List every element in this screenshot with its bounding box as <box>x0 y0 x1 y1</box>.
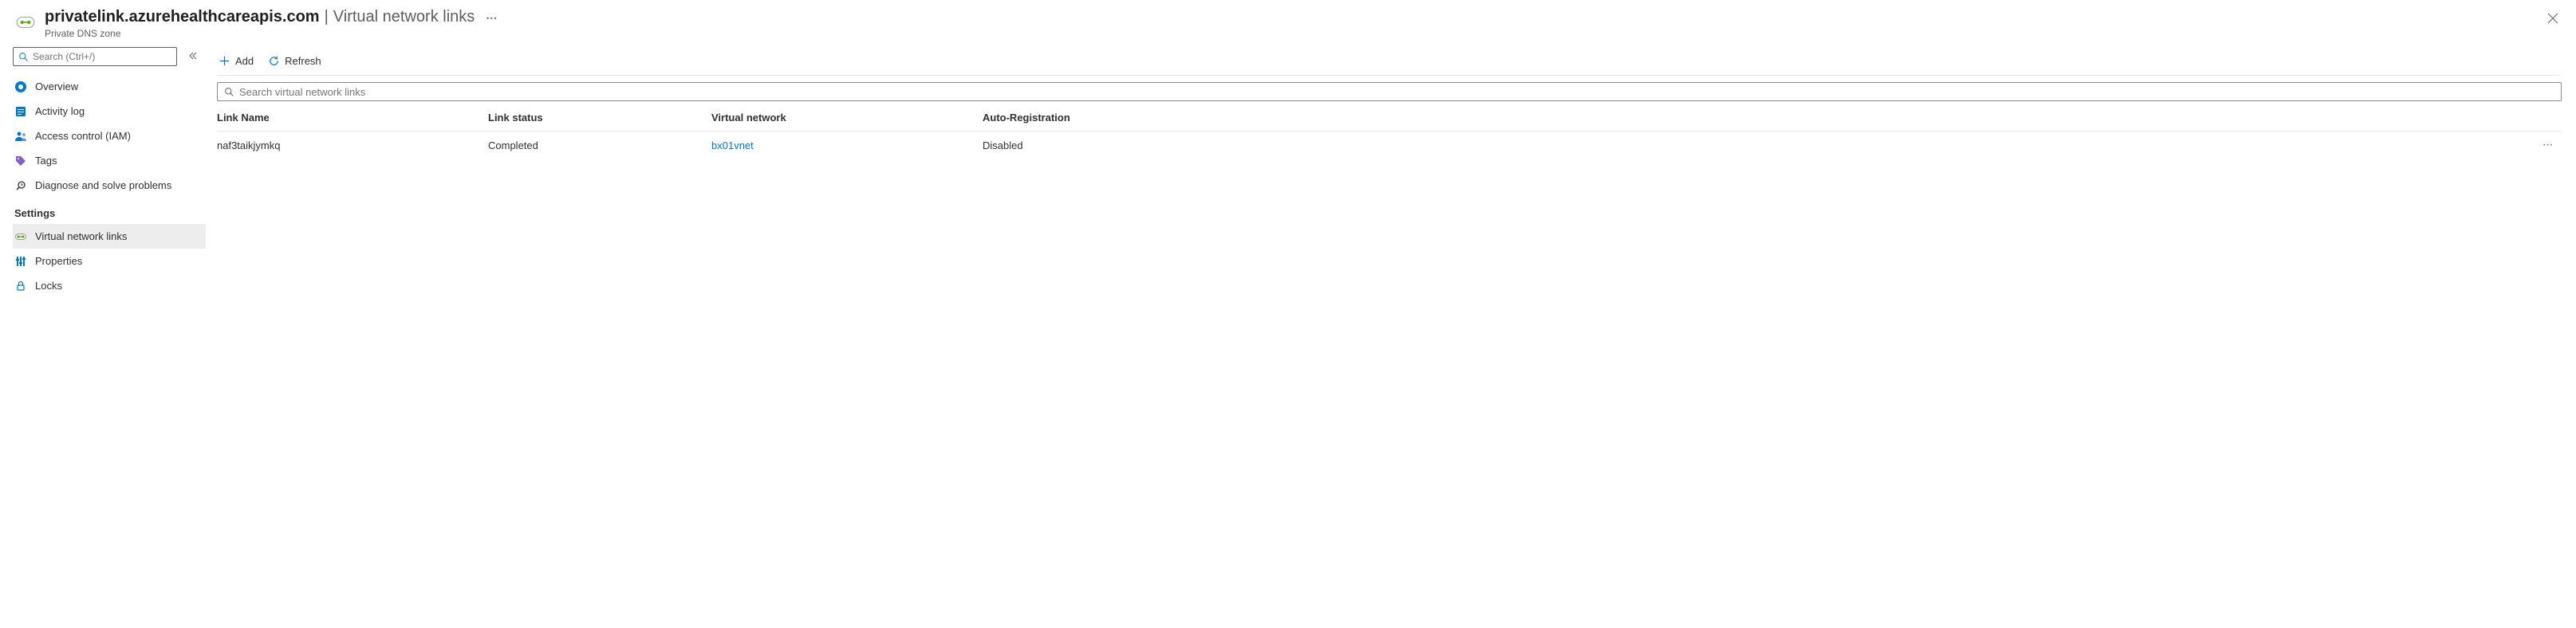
plus-icon <box>219 55 230 67</box>
lock-icon <box>14 280 27 292</box>
sidebar-item-diagnose[interactable]: Diagnose and solve problems <box>13 173 206 198</box>
col-link-status[interactable]: Link status <box>488 112 711 124</box>
sidebar-item-access-control[interactable]: Access control (IAM) <box>13 124 206 148</box>
section-title: Virtual network links <box>333 8 475 26</box>
diagnose-icon <box>14 179 27 192</box>
sidebar-item-activity-log[interactable]: Activity log <box>13 99 206 124</box>
sidebar-search[interactable] <box>13 47 177 66</box>
collapse-sidebar-button[interactable] <box>185 48 201 66</box>
vnet-link-icon <box>14 230 27 243</box>
add-button[interactable]: Add <box>217 52 255 70</box>
sidebar-item-locks[interactable]: Locks <box>13 273 206 298</box>
overview-icon <box>14 80 27 93</box>
col-link-name[interactable]: Link Name <box>217 112 488 124</box>
sidebar-item-label: Access control (IAM) <box>35 130 131 142</box>
refresh-icon <box>268 55 280 67</box>
table-header: Link Name Link status Virtual network Au… <box>217 104 2562 131</box>
tags-icon <box>14 155 27 167</box>
sidebar-item-label: Locks <box>35 280 62 292</box>
sidebar-item-label: Overview <box>35 80 78 92</box>
row-actions-button[interactable]: ⋯ <box>2538 139 2562 151</box>
sidebar-item-label: Tags <box>35 155 57 167</box>
sidebar-item-properties[interactable]: Properties <box>13 249 206 273</box>
resource-type-icon <box>14 11 37 33</box>
access-control-icon <box>14 130 27 143</box>
resource-name: privatelink.azurehealthcareapis.com <box>45 8 320 26</box>
sidebar-item-virtual-network-links[interactable]: Virtual network links <box>13 224 206 249</box>
activity-log-icon <box>14 105 27 118</box>
resource-type-label: Private DNS zone <box>45 28 2562 39</box>
sidebar-section-settings: Settings <box>13 198 206 224</box>
sidebar-item-label: Virtual network links <box>35 230 127 242</box>
refresh-button-label: Refresh <box>285 55 321 67</box>
sidebar-item-label: Activity log <box>35 105 85 117</box>
col-virtual-network[interactable]: Virtual network <box>711 112 983 124</box>
search-icon <box>18 52 29 62</box>
title-more-button[interactable]: ⋯ <box>486 11 498 25</box>
main-search-input[interactable] <box>239 86 2554 98</box>
search-icon <box>224 87 234 97</box>
add-button-label: Add <box>235 55 254 67</box>
close-button[interactable] <box>2544 10 2562 31</box>
sidebar-item-overview[interactable]: Overview <box>13 74 206 99</box>
cell-link-name: naf3taikjymkq <box>217 139 488 151</box>
properties-icon <box>14 255 27 268</box>
title-separator: | <box>325 8 329 26</box>
sidebar-item-tags[interactable]: Tags <box>13 148 206 173</box>
cell-auto-registration: Disabled <box>983 139 2538 151</box>
sidebar-item-label: Properties <box>35 255 82 267</box>
sidebar-search-input[interactable] <box>33 51 171 62</box>
cell-link-status: Completed <box>488 139 711 151</box>
sidebar-item-label: Diagnose and solve problems <box>35 179 171 191</box>
col-auto-registration[interactable]: Auto-Registration <box>983 112 2538 124</box>
main-search[interactable] <box>217 82 2562 101</box>
refresh-button[interactable]: Refresh <box>266 52 323 70</box>
table-row[interactable]: naf3taikjymkq Completed bx01vnet Disable… <box>217 131 2562 159</box>
cell-vnet-link[interactable]: bx01vnet <box>711 139 754 151</box>
